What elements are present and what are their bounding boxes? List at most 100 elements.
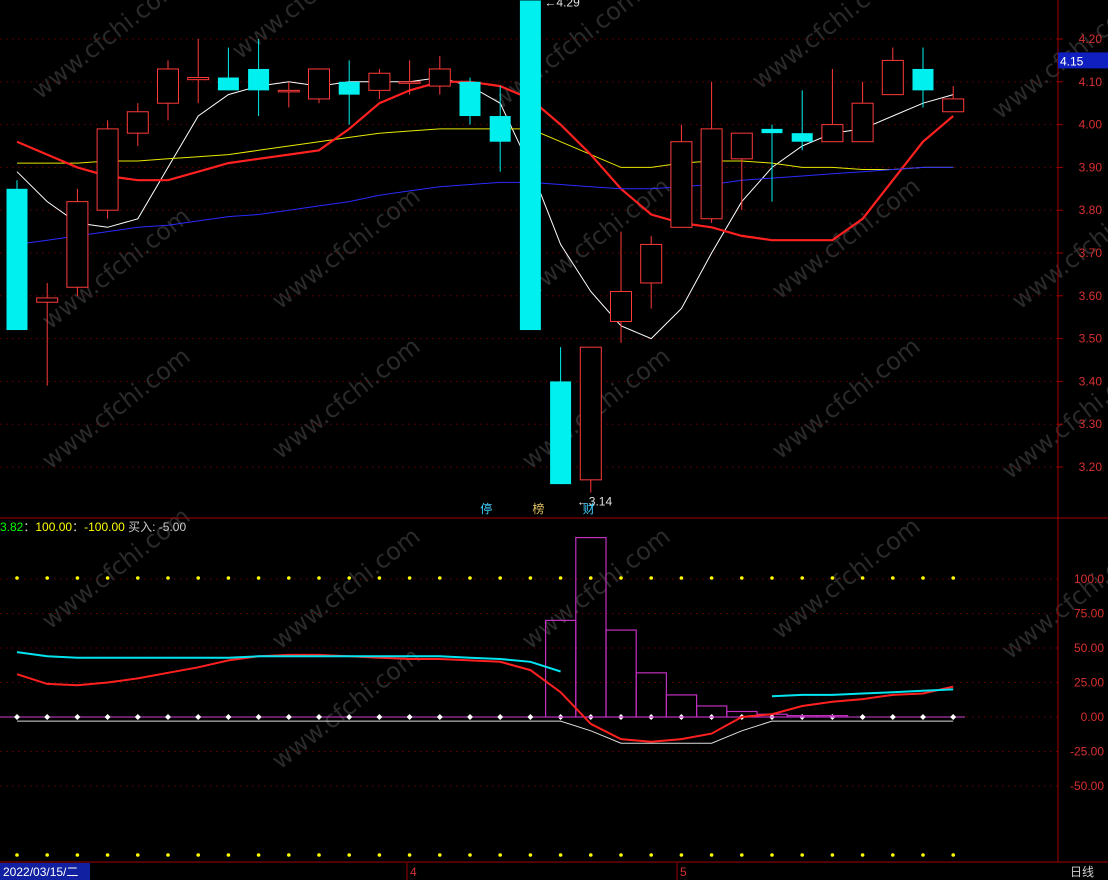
month-label: 4 [410,865,417,879]
zero-diamond [44,714,51,720]
event-label[interactable]: 停 [480,501,492,516]
candle-body-down [217,77,239,91]
indicator-tick-label: -50.00 [1070,779,1104,793]
zero-diamond [74,714,81,720]
reference-dot [860,853,865,857]
reference-dot [438,576,442,580]
candle-body-up [579,346,602,481]
reference-dot [105,853,110,857]
reference-dot [860,576,865,580]
month-label: 5 [680,865,687,879]
last-price-label: 4.15 [1060,54,1084,68]
watermark-text: www.cfchi.com [766,172,925,305]
reference-dot [679,853,684,857]
candle-body-up [942,98,965,113]
candle-body-down [550,381,572,485]
indicator-tick-label: 100.0 [1074,572,1104,586]
price-tick-label: 3.50 [1079,332,1103,346]
zero-diamond [527,714,534,720]
reference-dot [75,576,80,580]
indicator-header-value: 100.00 [35,520,72,534]
candle-body-up [730,132,753,160]
price-tick-label: 4.00 [1079,118,1103,132]
reference-dot [498,853,503,857]
watermark-text: www.cfchi.com [266,522,425,655]
candle-body-up [66,201,89,288]
ma-line-ma3 [16,80,954,242]
reference-dot [619,853,623,857]
reference-dot [317,576,321,580]
candle-body-down [761,128,783,134]
candle-body-up [187,77,210,81]
candle-body-up [368,72,391,91]
reference-dot [166,853,170,857]
indicator-header-value: 买入: -5.00 [125,520,187,534]
watermark-text: www.cfchi.com [766,512,925,645]
reference-dot [921,576,925,580]
reference-dot [287,576,291,580]
zero-diamond [225,714,232,720]
ma-line-ma1 [16,76,954,340]
candle-body-up [428,68,451,87]
indicator-panel[interactable]: 3.82：100.00：-100.00 买入: -5.00100.075.005… [0,520,1104,857]
candle-body-up [36,297,59,303]
event-label[interactable]: 财 [583,502,595,516]
reference-dot [619,576,623,580]
indicator-header: 3.82：100.00：-100.00 买入: -5.00 [0,520,186,534]
reference-dot [891,576,895,580]
event-label[interactable]: 榜 [532,501,544,516]
reference-dot [679,576,684,580]
candle-body-down [489,116,511,142]
watermark-text: www.cfchi.com [36,202,195,335]
candle-body-up [96,128,119,211]
zero-diamond [467,714,473,720]
indicator-tick-label: 25.00 [1074,676,1104,690]
candle-body-up [851,102,874,143]
zero-diamond [406,714,413,720]
reference-dot [740,576,744,580]
zero-diamond [14,714,20,720]
price-tick-label: 3.20 [1079,460,1103,474]
price-tick-label: 3.60 [1079,289,1103,303]
reference-dot [498,576,503,580]
reference-dot [528,576,533,580]
reference-dot [136,853,140,857]
reference-dot [468,576,472,580]
watermark-text: www.cfchi.com [266,642,425,775]
reference-dot [15,853,19,857]
zero-diamond [195,714,202,720]
reference-dot [45,576,49,580]
indicator-header-value: -100.00 [84,520,125,534]
reference-dot [830,576,835,580]
candle-body-up [398,81,421,84]
zero-diamond [285,714,292,720]
reference-dot [921,853,925,857]
candle-body-down [6,188,28,331]
price-tick-label: 3.80 [1079,203,1103,217]
indicator-header-value: ： [72,520,84,534]
zero-diamond [950,714,957,720]
reference-dot [709,853,714,857]
reference-dot [951,576,955,580]
reference-dot [407,853,412,857]
reference-dot [770,576,774,580]
price-tick-label: 4.10 [1079,75,1103,89]
reference-dot [830,853,835,857]
reference-dot [226,576,231,580]
candle-body-up [277,89,300,93]
reference-dot [226,853,231,857]
reference-dot [347,576,352,580]
candle-body-down [912,68,934,91]
price-tick-label: 3.70 [1079,246,1103,260]
ma-line-ma2 [17,128,954,170]
zero-diamond [920,714,926,720]
reference-dot [256,576,261,580]
price-tick-label: 3.90 [1079,160,1103,174]
indicator-bar [605,629,637,718]
price-tick-label: 3.30 [1079,417,1103,431]
period-label[interactable]: 日线 [1070,865,1094,879]
reference-dot [558,853,563,857]
reference-dot [740,853,744,857]
reference-dot [589,853,593,857]
zero-diamond [255,714,262,720]
